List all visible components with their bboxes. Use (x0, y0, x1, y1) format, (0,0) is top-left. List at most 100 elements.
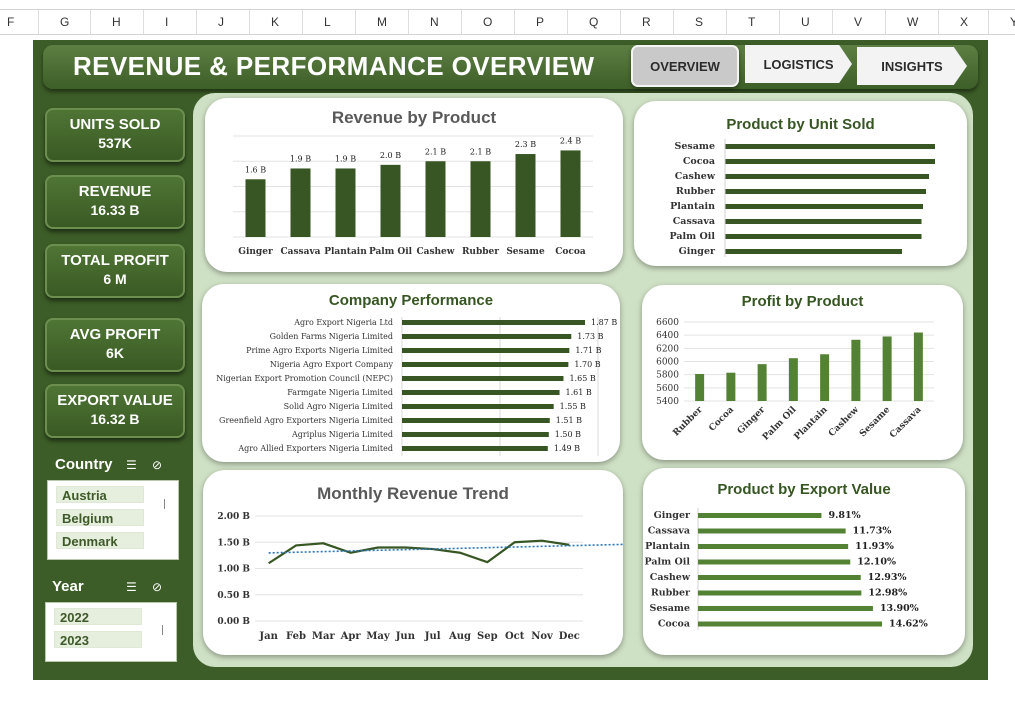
category-label: Ginger (654, 510, 691, 521)
tab-logistics[interactable]: LOGISTICS (745, 45, 852, 83)
bar (425, 161, 446, 237)
bar (698, 590, 862, 596)
revenue-by-product-panel: Revenue by Product 1.6 B Ginger 1.9 B Cassa… (205, 98, 623, 272)
data-label: 11.73% (853, 526, 892, 537)
monthly-revenue-trend-panel: Monthly Revenue Trend 2.00 B 1.50 B 1.00 B… (203, 470, 623, 655)
tick-label: 0.50 B (217, 591, 250, 601)
multi-select-icon[interactable]: ☰ (126, 580, 137, 594)
tick-label: 0.00 B (217, 617, 250, 627)
category-label: Nigerian Export Promotion Council (NEPC) (216, 374, 393, 383)
country-slicer-title: Country (55, 456, 113, 473)
category-label: Farmgate Nigeria Limited (287, 388, 393, 397)
column-letter-f[interactable]: F (7, 15, 14, 29)
bar (698, 544, 849, 549)
column-letter-r[interactable]: R (642, 15, 651, 29)
tick-label: Palm Oil (369, 247, 413, 257)
product-by-unit-sold-chart: Sesame Cocoa Cashew Rubber Plantain Cassava Pa… (669, 139, 935, 257)
company-performance-chart: Agro Export Nigeria Ltd 1.87 B Golden Farm… (216, 317, 617, 456)
category-label: Sesame (649, 603, 690, 614)
data-label: 13.90% (880, 603, 919, 614)
data-label: 1.87 B (591, 318, 617, 327)
bar (882, 336, 892, 401)
data-label: 9.81% (828, 510, 860, 521)
column-divider (620, 10, 621, 34)
tab-insights[interactable]: INSIGHTS (857, 47, 967, 85)
bar (725, 234, 922, 239)
tab-overview[interactable]: OVERVIEW (631, 45, 739, 87)
bar (335, 168, 356, 237)
column-letter-w[interactable]: W (907, 15, 918, 29)
bar (402, 446, 548, 451)
data-label: 1.55 B (560, 402, 586, 411)
column-letter-i[interactable]: I (165, 15, 168, 29)
tick-label: 5800 (656, 371, 679, 381)
bar (402, 334, 572, 339)
slicer-item-belgium[interactable]: Belgium (56, 509, 144, 526)
data-label: 2.1 B (425, 147, 446, 156)
data-label: 2.3 B (515, 140, 536, 149)
column-letter-t[interactable]: T (748, 15, 755, 29)
bar (725, 189, 926, 194)
kpi-revenue: REVENUE 16.33 B (45, 175, 185, 229)
column-letter-u[interactable]: U (801, 15, 810, 29)
kpi-label: REVENUE (78, 183, 152, 200)
tick-label: 6600 (656, 318, 679, 328)
category-label: Palm Oil (644, 557, 690, 568)
multi-select-icon[interactable]: ☰ (126, 458, 137, 472)
tick-label: 6000 (656, 358, 679, 368)
category-label: Palm Oil (669, 231, 715, 242)
kpi-label: UNITS SOLD (69, 116, 161, 133)
kpi-value: 6 M (103, 271, 127, 287)
column-letter-o[interactable]: O (483, 15, 492, 29)
column-divider (461, 10, 462, 34)
column-letter-x[interactable]: X (960, 15, 968, 29)
category-label: Agro Allied Exporters Nigeria Limited (237, 444, 393, 453)
column-letter-p[interactable]: P (536, 15, 544, 29)
product-by-export-value-chart: Ginger 9.81% Cassava 11.73% Plantain 11.93% Pa… (644, 508, 928, 630)
data-label: 1.49 B (554, 444, 580, 453)
tick-label: Feb (286, 631, 306, 642)
column-letter-h[interactable]: H (112, 15, 121, 29)
category-label: Cocoa (658, 619, 690, 630)
column-divider (938, 10, 939, 34)
column-letter-s[interactable]: S (695, 15, 703, 29)
bar (757, 364, 767, 401)
column-letter-n[interactable]: N (430, 15, 439, 29)
column-letter-v[interactable]: V (854, 15, 862, 29)
tick-label: Sep (477, 631, 498, 642)
column-letter-m[interactable]: M (377, 15, 387, 29)
clear-filter-icon[interactable]: ⊘ (152, 580, 162, 594)
slicer-item-2022[interactable]: 2022 (54, 608, 142, 625)
slicer-item-austria[interactable]: Austria (56, 486, 144, 503)
data-label: 14.62% (889, 619, 928, 630)
column-letter-k[interactable]: K (271, 15, 279, 29)
column-letter-l[interactable]: L (324, 15, 331, 29)
tick-label: Mar (312, 631, 336, 642)
column-letter-q[interactable]: Q (589, 15, 598, 29)
slicer-item-denmark[interactable]: Denmark (56, 532, 144, 549)
bar (726, 372, 736, 401)
category-label: Cashew (650, 572, 691, 583)
slicer-item-2023[interactable]: 2023 (54, 631, 142, 648)
tick-label: Rubber (671, 405, 704, 438)
clear-filter-icon[interactable]: ⊘ (152, 458, 162, 472)
slicer-scrollbar[interactable] (164, 499, 165, 509)
profit-by-product-panel: Profit by Product 6600 6400 6200 6000 5800 56… (642, 285, 963, 460)
bar (515, 154, 536, 237)
column-letter-g[interactable]: G (60, 15, 69, 29)
column-letter-j[interactable]: J (218, 15, 224, 29)
tick-label: Cassava (888, 405, 923, 440)
column-divider (726, 10, 727, 34)
slicer-scrollbar[interactable] (162, 625, 163, 635)
kpi-export-value: EXPORT VALUE 16.32 B (45, 384, 185, 438)
tick-label: Cocoa (707, 405, 736, 434)
column-letter-y[interactable]: Y (1010, 15, 1015, 29)
column-divider (514, 10, 515, 34)
kpi-label: TOTAL PROFIT (61, 252, 169, 269)
category-label: Agriplus Nigeria Limited (291, 430, 393, 439)
bar (788, 358, 798, 401)
bar (913, 332, 923, 401)
category-label: Plantain (645, 541, 690, 552)
tick-label: 2.00 B (217, 512, 250, 522)
data-label: 1.70 B (574, 360, 600, 369)
